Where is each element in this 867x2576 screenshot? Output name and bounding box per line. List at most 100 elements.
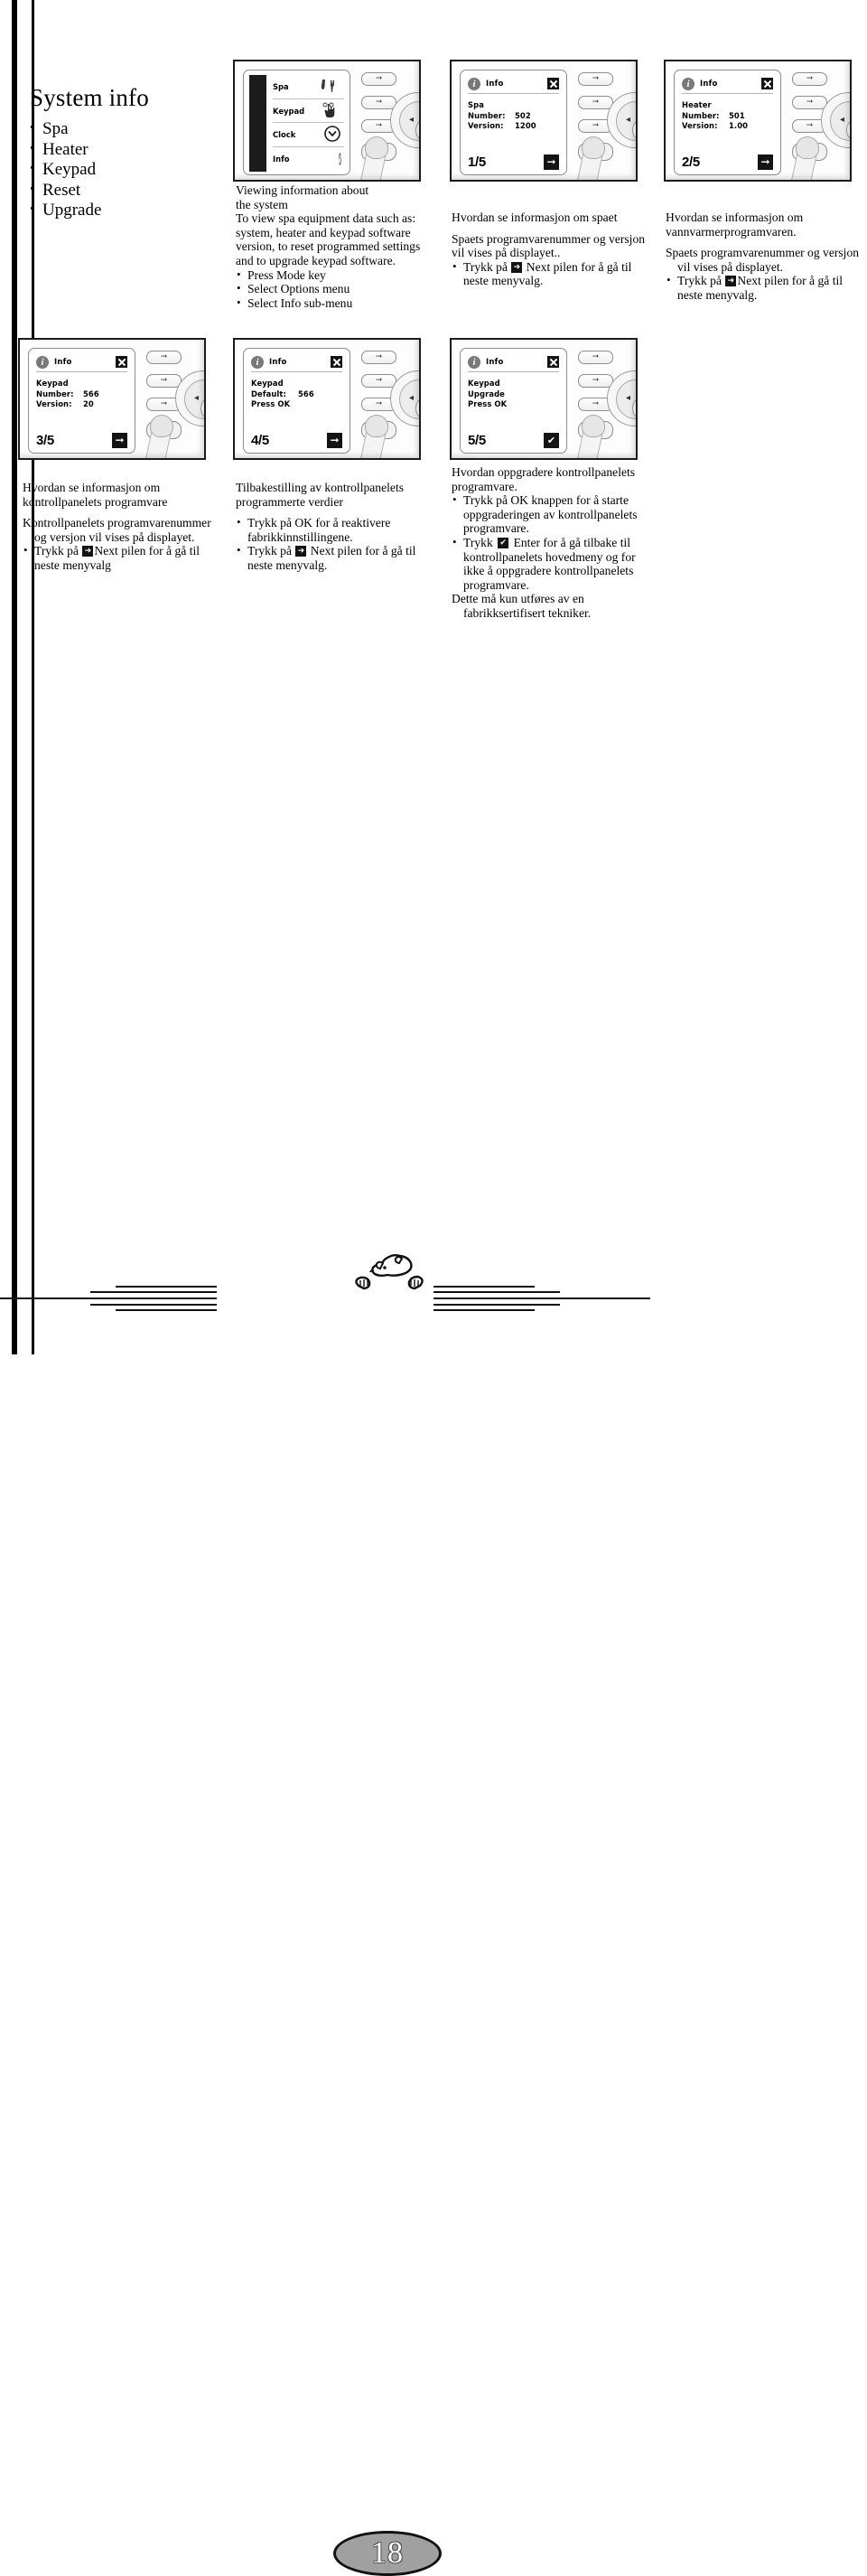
lcd-display: i Info Keypad Default: 566 Press OK 4/5 ➞: [243, 348, 350, 454]
softkey-1-button[interactable]: ➞: [361, 72, 396, 86]
menu-item-label: Keypad: [273, 106, 305, 116]
lcd-page-indicator: 4/5: [251, 433, 269, 448]
lcd-section-label: Keypad: [468, 379, 500, 388]
field-key: Version:: [36, 399, 72, 408]
lcd-section-label: Keypad: [36, 379, 69, 388]
close-x-icon[interactable]: [116, 356, 127, 368]
field-value: 566: [83, 389, 99, 398]
next-arrow-icon: [511, 261, 523, 273]
right-arrow-icon: ➞: [592, 352, 600, 361]
menu-item-info[interactable]: Info i: [273, 147, 344, 172]
info-circle-icon: i: [338, 153, 341, 166]
clock-icon: [323, 125, 341, 145]
lcd-display: i Info Spa Number: 502 Version: 1200 1/5 ➞: [460, 70, 567, 175]
lcd-header-title: Info: [269, 357, 287, 367]
next-arrow-icon[interactable]: ➞: [327, 433, 342, 448]
info-circle-icon: i: [468, 355, 480, 369]
softkey-1-button[interactable]: ➞: [361, 351, 396, 364]
caption-bullet: Trykk på OK knappen for å starte: [452, 492, 648, 508]
caption-bullet-cont: neste menyvalg.: [677, 287, 758, 302]
softkey-1-button[interactable]: ➞: [578, 72, 613, 86]
caption-bullet: Press Mode key: [236, 267, 427, 283]
menu-item-keypad[interactable]: Keypad: [273, 99, 344, 124]
softkey-2-button[interactable]: ➞: [361, 374, 396, 388]
close-x-icon[interactable]: [331, 356, 342, 368]
page-footer: 18: [0, 1250, 867, 2576]
menu-item-label: Spa: [273, 81, 289, 91]
caption-bullet: Trykk på OK for å reaktivere: [236, 515, 433, 530]
caption-note-line: Dette må kun utføres av en: [452, 592, 584, 606]
field-value: 1200: [515, 121, 536, 130]
softkey-1-button[interactable]: ➞: [578, 351, 613, 364]
softkey-2-button[interactable]: ➞: [578, 374, 613, 388]
next-arrow-icon[interactable]: ➞: [758, 155, 773, 170]
info-circle-icon: i: [251, 355, 264, 369]
softkey-1-button[interactable]: ➞: [792, 72, 827, 86]
left-arrow-icon: ◂: [409, 393, 415, 403]
next-arrow-icon[interactable]: ➞: [112, 433, 127, 448]
menu-item-clock[interactable]: Clock: [273, 123, 344, 148]
caption-bullet: Trykk Enter for å gå tilbake til: [452, 535, 648, 550]
menu-item-label: Clock: [273, 130, 296, 140]
close-x-icon[interactable]: [547, 356, 559, 368]
caption-title-line: programmerte verdier: [236, 494, 343, 509]
hand-pressing-icon: [318, 102, 341, 120]
softkey-2-button[interactable]: ➞: [578, 96, 613, 109]
lcd-field-row: Upgrade: [468, 389, 559, 400]
enter-checkmark-icon[interactable]: ✔: [544, 433, 559, 448]
sidebar-item-keypad: Keypad: [30, 159, 210, 181]
edge-rule-thick: [12, 0, 17, 1354]
caption-body-line: vil vises på displayet..: [452, 246, 561, 260]
left-arrow-icon: ◂: [626, 393, 631, 403]
finger-pointing-icon: [576, 415, 611, 458]
lcd-field-row: Number: 566: [36, 389, 127, 400]
right-arrow-icon: ➞: [160, 376, 168, 385]
close-x-icon[interactable]: [761, 78, 773, 89]
lcd-display: i Info Heater Number: 501 Version: 1.00 2/…: [674, 70, 781, 175]
screenshot-info-4-5: i Info Keypad Default: 566 Press OK 4/5 ➞…: [233, 338, 421, 460]
field-value: 501: [729, 110, 745, 120]
info-circle-icon: i: [468, 77, 480, 90]
right-arrow-icon: ➞: [806, 74, 814, 83]
lcd-section-label: Heater: [682, 100, 712, 109]
lcd-field-row: Default: 566: [251, 389, 342, 400]
caption-body-line: Spaets programvarenummer og versjon: [452, 231, 646, 246]
caption-bullet: Trykk på Next pilen for å gå til: [236, 543, 433, 558]
lcd-header-title: Info: [54, 357, 72, 367]
field-key: Upgrade: [468, 389, 505, 398]
finger-pointing-icon: [359, 415, 394, 458]
caption-bullet-cont: neste menyvalg: [34, 557, 111, 572]
softkey-2-button[interactable]: ➞: [361, 96, 396, 109]
field-key: Press OK: [468, 399, 508, 408]
caption-title-line: Hvordan oppgradere kontrollpanelets: [452, 465, 636, 479]
lcd-page-indicator: 3/5: [36, 433, 54, 448]
softkey-2-button[interactable]: ➞: [146, 374, 182, 388]
caption-body-line: system, heater and keypad software: [236, 225, 411, 239]
right-arrow-icon: ➞: [160, 352, 168, 361]
sidebar-item-heater: Heater: [30, 139, 210, 161]
close-x-icon[interactable]: [547, 78, 559, 89]
caption-body-line: Spaets programvarenummer og versjon: [666, 246, 860, 260]
lcd-field-row: Version: 20: [36, 399, 127, 410]
lcd-page-indicator: 5/5: [468, 433, 486, 448]
menu-item-spa[interactable]: Spa: [273, 75, 344, 99]
field-value: 1.00: [729, 121, 749, 130]
field-key: Version:: [468, 121, 504, 130]
next-arrow-icon[interactable]: ➞: [544, 155, 559, 170]
softkey-2-button[interactable]: ➞: [792, 96, 827, 109]
softkey-1-button[interactable]: ➞: [146, 351, 182, 364]
right-arrow-icon: ➞: [375, 74, 383, 83]
lcd-display: i Info Keypad Number: 566 Version: 20 3/5 …: [28, 348, 135, 454]
page-title: System info: [30, 84, 149, 111]
right-arrow-icon: ➞: [375, 352, 383, 361]
caption-bullet-cont: kontrollpanelets hovedmeny og for: [463, 549, 636, 564]
caption-body-line: Kontrollpanelets programvarenummer: [23, 516, 211, 530]
next-arrow-icon: [82, 546, 94, 557]
finger-pointing-icon: [790, 136, 825, 180]
sidebar: System info Spa Heater Keypad Reset Upgr…: [30, 84, 210, 221]
right-arrow-icon: ➞: [806, 98, 814, 107]
caption-title-line: Hvordan se informasjon om: [666, 211, 804, 224]
screenshot-info-1-5: i Info Spa Number: 502 Version: 1200 1/5 ➞…: [450, 60, 638, 182]
left-arrow-icon: ◂: [194, 393, 200, 403]
right-arrow-icon: ➞: [592, 98, 600, 107]
